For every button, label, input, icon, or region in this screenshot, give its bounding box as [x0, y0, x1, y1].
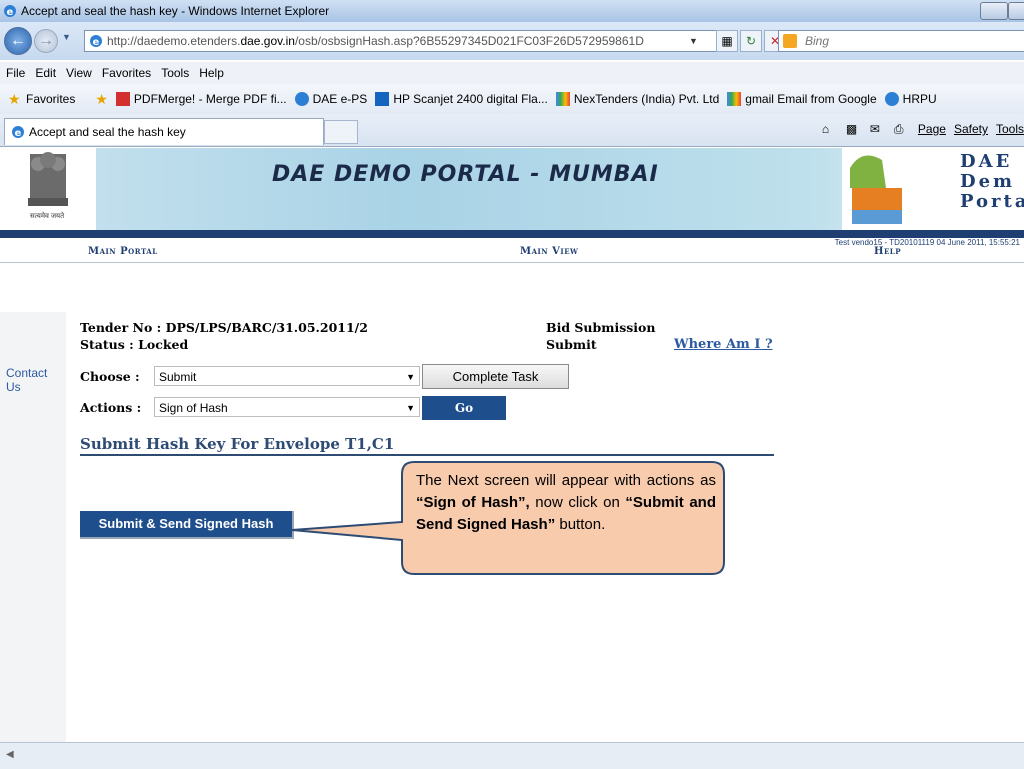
header-divider [0, 230, 1024, 238]
favorite-hrpu[interactable]: HRPU [884, 92, 937, 106]
svg-text:e: e [15, 128, 22, 139]
contact-us-link[interactable]: Contact Us [6, 366, 56, 394]
favorite-gmail[interactable]: gmail Email from Google [727, 92, 877, 106]
chevron-down-icon: ▼ [406, 372, 415, 382]
history-dropdown-icon[interactable]: ▼ [62, 32, 71, 42]
window-title: Accept and seal the hash key - Windows I… [21, 4, 330, 18]
favorite-hp-scanjet[interactable]: HP Scanjet 2400 digital Fla... [375, 92, 548, 106]
emblem-caption: सत्यमेव जयते [30, 213, 65, 220]
add-favorite-icon[interactable]: ★ [95, 91, 108, 108]
favorites-button[interactable]: ★ Favorites [8, 92, 75, 106]
svg-text:e: e [93, 37, 100, 48]
dae-logo-text-2: Dem [960, 171, 1016, 192]
callout-text: The Next screen will appear with actions… [416, 472, 716, 533]
print-icon[interactable]: ⎙ [894, 122, 910, 136]
refresh-icon[interactable]: ↻ [740, 30, 762, 52]
nav-main-portal[interactable]: Main Portal [88, 246, 158, 257]
status-bar: ◀ [0, 742, 1024, 769]
pdf-icon [115, 92, 130, 106]
favorite-pdfmerge[interactable]: PDFMerge! - Merge PDF fi... [115, 92, 287, 106]
ie-page-icon [294, 92, 309, 106]
choose-label: Choose : [80, 369, 140, 384]
actions-label: Actions : [80, 400, 142, 415]
favorite-nextenders[interactable]: NexTenders (India) Pvt. Ltd [555, 92, 719, 106]
section-title: Submit Hash Key For Envelope T1,C1 [80, 435, 395, 453]
tab-label: Accept and seal the hash key [29, 125, 186, 139]
complete-task-button[interactable]: Complete Task [422, 364, 569, 389]
feeds-icon[interactable]: ▩ [846, 122, 862, 136]
menu-edit[interactable]: Edit [35, 66, 56, 80]
search-box[interactable] [778, 30, 1024, 52]
ie-page-icon [884, 92, 899, 106]
menu-file[interactable]: File [6, 66, 25, 80]
home-icon[interactable]: ⌂ [822, 122, 838, 136]
menu-favorites[interactable]: Favorites [102, 66, 151, 80]
menu-bar: File Edit View Favorites Tools Help [0, 62, 1024, 84]
mail-icon[interactable]: ✉ [870, 122, 886, 136]
tender-status: Status : Locked [80, 337, 189, 352]
google-icon [555, 92, 570, 106]
menu-help[interactable]: Help [199, 66, 224, 80]
minimize-button[interactable] [980, 2, 1008, 20]
forward-button[interactable]: → [34, 29, 58, 53]
new-tab-button[interactable] [324, 120, 358, 144]
choose-select[interactable]: Submit ▼ [154, 366, 420, 386]
nav-main-view[interactable]: Main View [520, 246, 578, 257]
portal-nav: Main Portal Main View Help [0, 246, 1024, 262]
dae-logo-text-1: DAE [960, 151, 1013, 172]
dae-logo-icon [850, 155, 902, 224]
actions-value: Sign of Hash [159, 401, 228, 415]
url-field[interactable]: e http://daedemo.etenders.dae.gov.in/osb… [84, 30, 718, 52]
command-bar: ⌂ ▩ ✉ ⎙ Page Safety Tools [822, 122, 1024, 136]
menu-view[interactable]: View [66, 66, 92, 80]
svg-text:e: e [7, 7, 14, 18]
google-icon [727, 92, 742, 106]
bing-icon [783, 34, 797, 48]
nav-help[interactable]: Help [874, 246, 901, 257]
url-dropdown-icon[interactable]: ▼ [689, 36, 698, 46]
stage-value: Submit [546, 337, 597, 352]
nav-divider [0, 262, 1024, 263]
section-divider [80, 454, 774, 456]
go-button[interactable]: Go [422, 396, 506, 420]
ie-logo-icon: e [4, 5, 16, 18]
tab-active[interactable]: e Accept and seal the hash key [4, 118, 324, 145]
national-emblem: सत्यमेव जयते [0, 148, 96, 230]
page-menu[interactable]: Page [918, 122, 946, 136]
submit-signed-hash-button[interactable]: Submit & Send Signed Hash [80, 511, 294, 539]
address-bar: ← → ▼ e http://daedemo.etenders.dae.gov.… [0, 22, 1024, 60]
tools-menu[interactable]: Tools [996, 122, 1024, 136]
dae-logo: DAE Dem Porta [842, 148, 1024, 230]
favorites-bar: ★ Favorites ★ PDFMerge! - Merge PDF fi...… [0, 84, 1024, 114]
menu-tools[interactable]: Tools [161, 66, 189, 80]
chevron-down-icon: ▼ [406, 403, 415, 413]
search-input[interactable] [803, 33, 1007, 49]
portal-banner: सत्यमेव जयते DAE DEMO PORTAL - MUMBAI DA… [0, 148, 1024, 230]
window-titlebar: e Accept and seal the hash key - Windows… [0, 0, 1024, 22]
tab-bar: e Accept and seal the hash key ⌂ ▩ ✉ ⎙ P… [0, 114, 1024, 147]
stage-label: Bid Submission [546, 320, 656, 335]
actions-select[interactable]: Sign of Hash ▼ [154, 397, 420, 417]
ie-logo-icon: e [12, 126, 24, 139]
hp-icon [375, 92, 390, 106]
portal-title: DAE DEMO PORTAL - MUMBAI [272, 162, 659, 187]
choose-value: Submit [159, 370, 197, 384]
back-button[interactable]: ← [4, 27, 32, 55]
page-icon: e [90, 35, 102, 48]
scroll-left-icon[interactable]: ◀ [6, 749, 14, 760]
compatibility-icon[interactable]: ▦ [716, 30, 738, 52]
safety-menu[interactable]: Safety [954, 122, 988, 136]
maximize-button[interactable] [1008, 2, 1024, 20]
star-icon: ★ [8, 91, 21, 107]
dae-logo-text-3: Porta [960, 191, 1024, 212]
favorite-dae-eps[interactable]: DAE e-PS [294, 92, 367, 106]
url-text: http://daedemo.etenders.dae.gov.in/osb/o… [107, 34, 644, 48]
tender-number: Tender No : DPS/LPS/BARC/31.05.2011/2 [80, 320, 368, 335]
where-am-i-link[interactable]: Where Am I ? [674, 337, 773, 352]
